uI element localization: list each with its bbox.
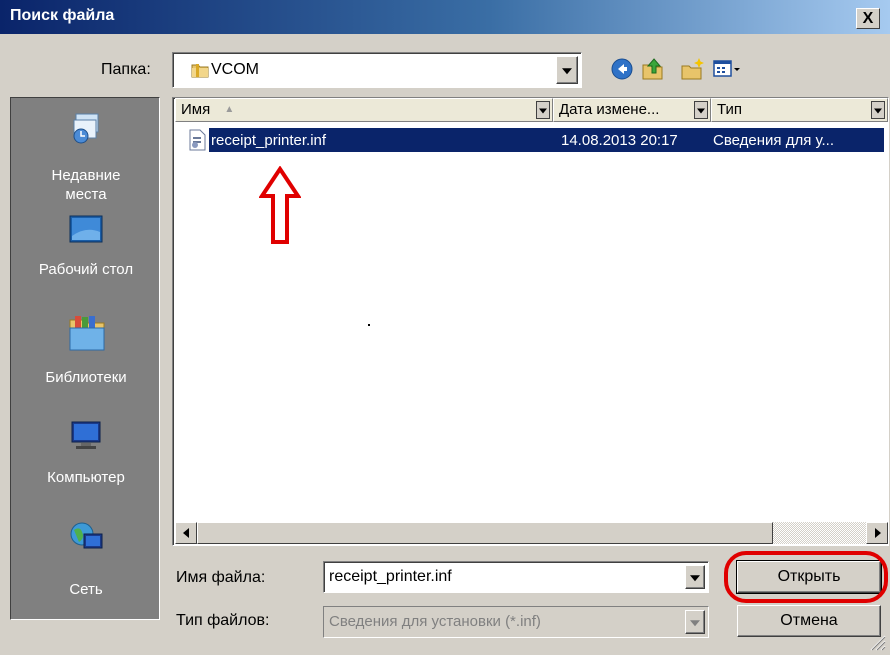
chevron-down-icon bbox=[539, 108, 547, 114]
folder-up-icon[interactable] bbox=[640, 56, 666, 82]
column-header-type[interactable]: Тип bbox=[711, 98, 888, 122]
file-type: Сведения для у... bbox=[713, 132, 834, 149]
place-recent[interactable]: Недавние места bbox=[11, 104, 161, 204]
scroll-right-button[interactable] bbox=[866, 522, 888, 544]
filename-dropdown-button[interactable] bbox=[685, 565, 705, 589]
cancel-button[interactable]: Отмена bbox=[737, 605, 881, 637]
place-desktop[interactable]: Рабочий стол bbox=[11, 210, 161, 280]
filename-label: Имя файла: bbox=[176, 569, 266, 586]
annotation-ellipse bbox=[724, 551, 888, 603]
chevron-down-icon bbox=[697, 108, 705, 114]
cursor-dot bbox=[368, 324, 370, 326]
column-type-filter-button[interactable] bbox=[871, 101, 885, 119]
desktop-icon bbox=[69, 215, 103, 243]
column-name-label: Имя bbox=[181, 101, 211, 118]
chevron-left-icon bbox=[183, 528, 189, 538]
scroll-thumb[interactable] bbox=[197, 522, 773, 544]
recent-places-icon bbox=[73, 113, 99, 144]
annotation-arrow-up bbox=[259, 166, 301, 244]
folder-label: Папка: bbox=[101, 61, 151, 78]
place-desktop-label: Рабочий стол bbox=[38, 261, 134, 278]
title-bar: Поиск файла X bbox=[0, 0, 890, 34]
file-row-selected[interactable]: receipt_printer.inf 14.08.2013 20:17 Све… bbox=[209, 128, 884, 152]
window-title: Поиск файла bbox=[10, 7, 115, 24]
file-name: receipt_printer.inf bbox=[211, 132, 327, 149]
column-date-label: Дата измене... bbox=[559, 101, 660, 118]
place-computer[interactable]: Компьютер bbox=[11, 416, 161, 496]
filetype-label: Тип файлов: bbox=[176, 612, 270, 629]
new-folder-icon[interactable] bbox=[680, 56, 706, 82]
sort-ascending-icon: ▲ bbox=[224, 104, 235, 115]
place-network-label: Сеть bbox=[69, 581, 103, 598]
network-icon bbox=[70, 522, 103, 549]
view-menu-icon[interactable] bbox=[712, 56, 742, 82]
column-name-filter-button[interactable] bbox=[536, 101, 550, 119]
place-computer-label: Компьютер bbox=[47, 469, 125, 486]
column-header-name[interactable]: Имя ▲ bbox=[175, 98, 553, 122]
resize-grip-icon[interactable] bbox=[866, 631, 886, 651]
chevron-down-icon bbox=[874, 108, 882, 114]
places-bar: Недавние места Рабочий стол Библиотеки К… bbox=[10, 97, 160, 620]
folder-icon bbox=[191, 64, 209, 78]
back-arrow-icon[interactable] bbox=[609, 56, 635, 82]
horizontal-scrollbar[interactable] bbox=[175, 522, 888, 544]
inf-file-icon bbox=[189, 129, 206, 151]
chevron-down-icon bbox=[690, 620, 700, 627]
libraries-icon bbox=[69, 316, 105, 351]
chevron-right-icon bbox=[875, 528, 881, 538]
filename-value: receipt_printer.inf bbox=[329, 568, 452, 585]
folder-dropdown-button[interactable] bbox=[556, 56, 578, 84]
computer-icon bbox=[71, 421, 101, 449]
filetype-select: Сведения для установки (*.inf) bbox=[323, 606, 709, 638]
scroll-left-button[interactable] bbox=[175, 522, 197, 544]
close-button[interactable]: X bbox=[856, 8, 880, 29]
column-type-label: Тип bbox=[717, 101, 743, 118]
place-recent-label: Недавние места bbox=[51, 167, 121, 203]
place-network[interactable]: Сеть bbox=[11, 518, 161, 598]
place-libraries-label: Библиотеки bbox=[45, 369, 127, 386]
filename-input[interactable]: receipt_printer.inf bbox=[323, 561, 709, 593]
file-list[interactable]: Имя ▲ Дата измене... Тип receipt_printer… bbox=[172, 97, 889, 546]
place-libraries[interactable]: Библиотеки bbox=[11, 310, 161, 390]
chevron-down-icon bbox=[562, 68, 572, 75]
filetype-dropdown-button bbox=[685, 610, 705, 634]
scroll-track[interactable] bbox=[773, 522, 866, 544]
file-date: 14.08.2013 20:17 bbox=[561, 132, 678, 149]
filetype-value: Сведения для установки (*.inf) bbox=[329, 613, 541, 630]
folder-combo[interactable]: VCOM bbox=[172, 52, 582, 88]
column-date-filter-button[interactable] bbox=[694, 101, 708, 119]
chevron-down-icon bbox=[690, 575, 700, 582]
column-header-date[interactable]: Дата измене... bbox=[553, 98, 711, 122]
folder-current: VCOM bbox=[211, 61, 259, 78]
